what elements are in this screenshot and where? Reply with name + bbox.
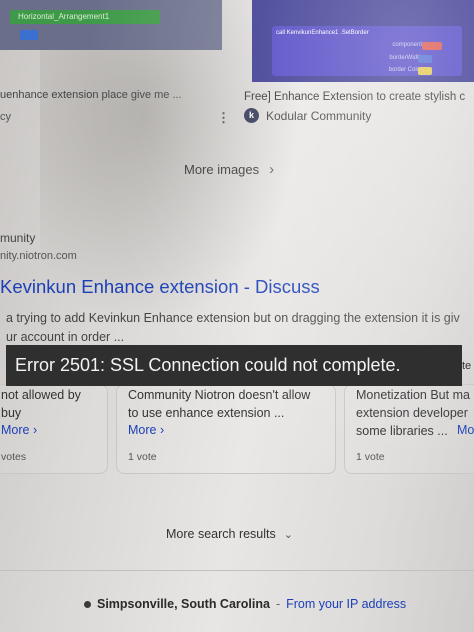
image-thumbnail-left[interactable]: Horizontal_Arrangement1 <box>0 0 222 50</box>
location-separator: - <box>275 597 281 611</box>
card-votes: 1 vote <box>356 451 385 463</box>
location-city: Simpsonville, South Carolina <box>97 597 270 611</box>
card-text: Community Niotron doesn't allow <box>128 388 311 402</box>
code-row: component <box>392 42 422 48</box>
chevron-down-icon: ⌄ <box>283 528 293 541</box>
code-row: call KenvikunEnhance1 .SetBorder <box>276 30 369 36</box>
discussion-card[interactable]: Community Niotron doesn't allow to use e… <box>116 384 336 474</box>
code-pill <box>418 55 432 63</box>
ip-address-link[interactable]: From your IP address <box>286 597 406 611</box>
thumbnail-bar: Horizontal_Arrangement1 <box>10 10 160 24</box>
card-text: some libraries ... <box>356 424 448 438</box>
code-pill <box>418 67 432 75</box>
more-images-label: More images <box>184 162 260 177</box>
card-text: extension developer <box>356 406 468 420</box>
footer-divider <box>0 570 474 571</box>
source-name: Kodular Community <box>266 108 372 123</box>
thumbnail-chip <box>20 30 38 40</box>
card-more-link[interactable]: More › <box>1 423 37 437</box>
hidden-card-text: te <box>462 360 472 372</box>
card-more-link[interactable]: More › <box>128 423 164 437</box>
card-text: Monetization But ma <box>356 388 470 402</box>
card-text: to use enhance extension ... <box>128 406 285 420</box>
code-pill <box>422 42 442 50</box>
chevron-right-icon: › <box>269 161 275 178</box>
more-results-label: More search results <box>166 527 276 541</box>
error-toast: Error 2501: SSL Connection could not com… <box>6 345 462 386</box>
result-snippet: a trying to add Kevinkun Enhance extensi… <box>6 309 474 347</box>
image-thumbnail-right[interactable]: call KenvikunEnhance1 .SetBorder compone… <box>252 0 474 82</box>
card-text: not allowed by <box>1 388 81 402</box>
image-caption-left[interactable]: uenhance extension place give me ... <box>0 89 222 101</box>
image-source-right: k Kodular Community <box>244 108 371 123</box>
card-votes: 1 vote <box>128 451 157 463</box>
result-title-link[interactable]: Kevinkun Enhance extension - Discuss <box>0 276 320 298</box>
kodular-logo-icon: k <box>244 108 259 123</box>
card-text: buy <box>1 406 22 420</box>
footer-location: Simpsonville, South Carolina - From your… <box>84 597 406 611</box>
location-dot-icon <box>84 600 91 608</box>
card-votes: votes <box>1 451 27 463</box>
more-images-button[interactable]: More images › <box>184 161 274 178</box>
discussion-card[interactable]: not allowed by buy More › votes <box>0 384 108 474</box>
snippet-line: a trying to add Kevinkun Enhance extensi… <box>6 311 460 325</box>
image-source-left: cy <box>0 111 11 123</box>
result-url: nity.niotron.com <box>0 250 77 262</box>
image-caption-right[interactable]: Free] Enhance Extension to create stylis… <box>244 91 474 103</box>
discussion-card[interactable]: Monetization But ma extension developer … <box>344 384 474 474</box>
more-search-results-button[interactable]: More search results ⌄ <box>166 527 293 541</box>
card-more-link[interactable]: Mo <box>457 423 474 437</box>
code-row: border Color <box>388 67 422 73</box>
more-options-icon[interactable]: ⋮ <box>217 110 230 126</box>
result-site-name: munity <box>0 231 36 245</box>
